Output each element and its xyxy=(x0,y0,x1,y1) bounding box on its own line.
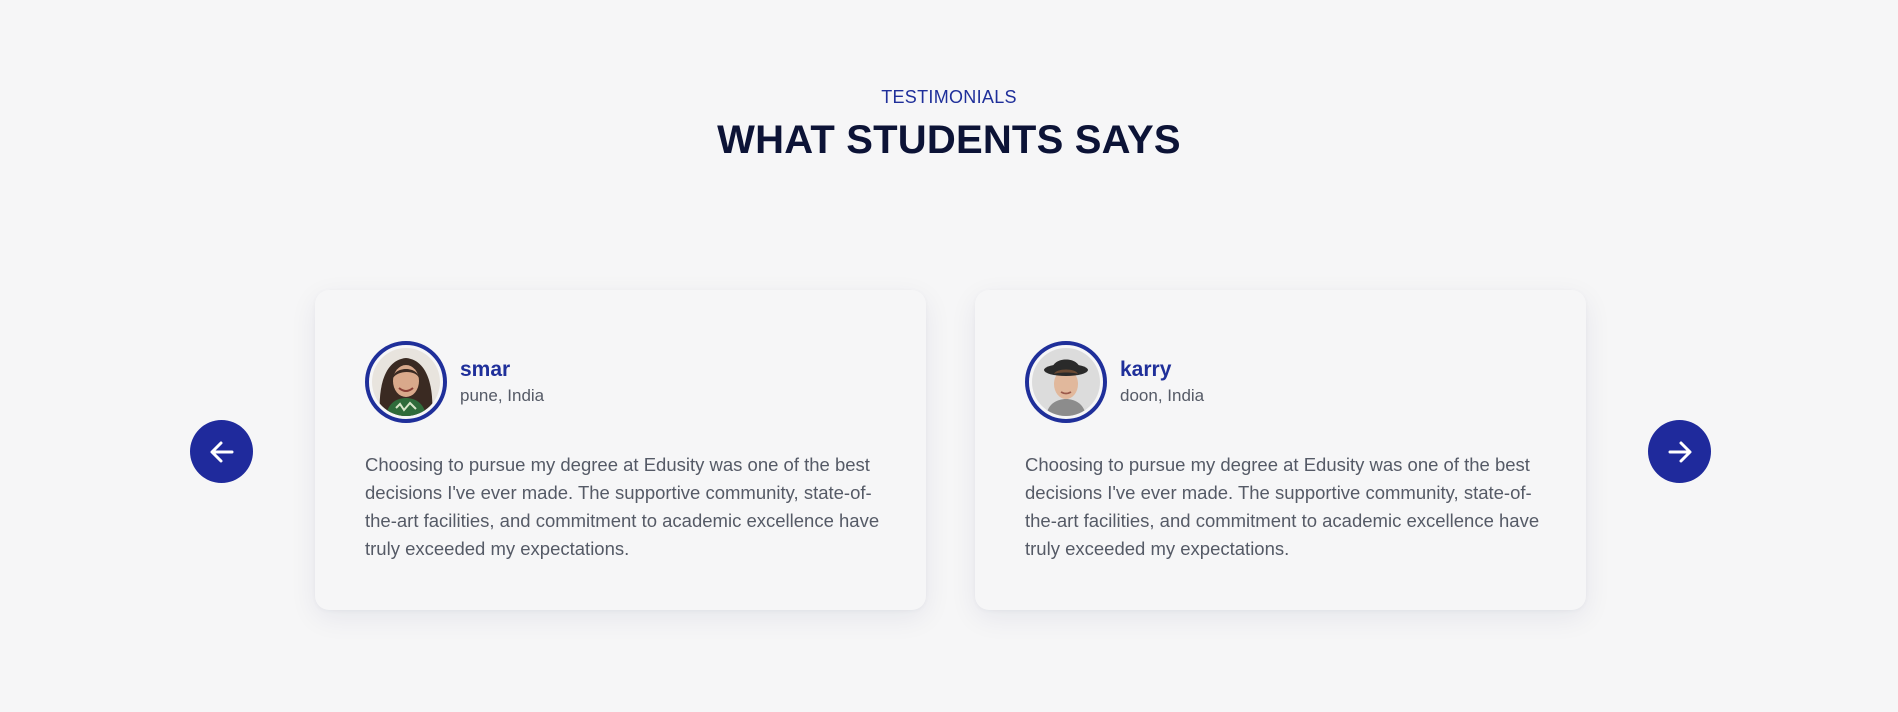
author-meta: smar pune, India xyxy=(460,357,544,408)
author-name: smar xyxy=(460,357,511,381)
section-title: WHAT STUDENTS SAYS xyxy=(717,118,1181,162)
author-name: karry xyxy=(1120,357,1172,381)
author-location: doon, India xyxy=(1120,385,1205,405)
testimonial-card: karry doon, India Choosing to pursue my … xyxy=(975,290,1586,610)
student-photo xyxy=(372,348,440,416)
testimonial-quote: Choosing to pursue my degree at Edusity … xyxy=(1025,454,1540,559)
testimonial-card: smar pune, India Choosing to pursue my d… xyxy=(315,290,926,610)
author-meta: karry doon, India xyxy=(1120,357,1204,408)
testimonials-section: TESTIMONIALS WHAT STUDENTS SAYS smar pun… xyxy=(0,0,1898,712)
next-button[interactable] xyxy=(1648,420,1711,483)
avatar xyxy=(365,341,447,423)
avatar xyxy=(1025,341,1107,423)
section-eyebrow: TESTIMONIALS xyxy=(881,87,1017,107)
testimonial-author: smar pune, India xyxy=(365,341,876,423)
testimonial-author: karry doon, India xyxy=(1025,341,1536,423)
arrow-right-icon xyxy=(1668,441,1691,462)
author-location: pune, India xyxy=(460,385,545,405)
testimonial-quote: Choosing to pursue my degree at Edusity … xyxy=(365,454,880,559)
arrow-left-icon xyxy=(210,441,233,462)
student-photo xyxy=(1032,348,1100,416)
previous-button[interactable] xyxy=(190,420,253,483)
